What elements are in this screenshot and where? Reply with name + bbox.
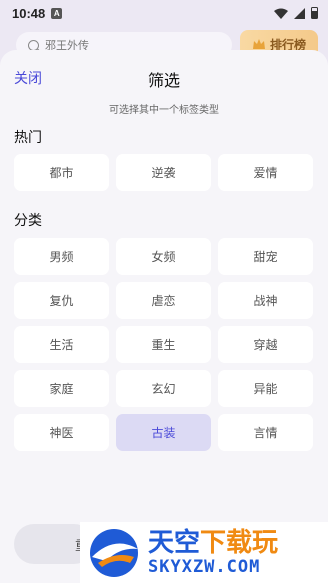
watermark-brand-blue: 天空	[148, 527, 201, 558]
battery-icon	[311, 7, 318, 19]
tag-button[interactable]: 家庭	[14, 370, 109, 407]
tag-button[interactable]: 虐恋	[116, 282, 211, 319]
tag-button[interactable]: 古装	[116, 414, 211, 451]
tag-button[interactable]: 穿越	[218, 326, 313, 363]
tag-button[interactable]: 异能	[218, 370, 313, 407]
wifi-icon	[274, 8, 288, 19]
watermark: 天空 下载玩 SKYXZW.COM	[80, 522, 328, 583]
watermark-brand-orange: 下载玩	[200, 527, 279, 558]
category-section-title: 分类	[14, 213, 42, 229]
signal-icon	[294, 7, 305, 19]
tag-button[interactable]: 神医	[14, 414, 109, 451]
watermark-logo-icon	[90, 528, 138, 577]
watermark-brand-en: SKYXZW.COM	[148, 556, 261, 577]
tag-button[interactable]: 男频	[14, 238, 109, 275]
crown-icon	[252, 39, 265, 49]
tag-button[interactable]: 复仇	[14, 282, 109, 319]
tag-button[interactable]: 爱情	[218, 154, 313, 191]
tag-button[interactable]: 都市	[14, 154, 109, 191]
tag-button[interactable]: 女频	[116, 238, 211, 275]
tag-button[interactable]: 重生	[116, 326, 211, 363]
tag-button[interactable]: 生活	[14, 326, 109, 363]
status-indicators	[274, 7, 318, 19]
search-icon	[28, 39, 39, 51]
hot-section-title: 热门	[14, 130, 42, 146]
tag-button[interactable]: 甜宠	[218, 238, 313, 275]
tag-button[interactable]: 战神	[218, 282, 313, 319]
sheet-title: 筛选	[147, 71, 180, 90]
status-bar: 10:48 A	[0, 0, 328, 26]
tag-button[interactable]: 言情	[218, 414, 313, 451]
filter-sheet: 关闭 筛选 可选择其中一个标签类型 热门 都市 逆袭 爱情 分类 男频 女频 甜宠 复仇虐…	[0, 50, 328, 583]
notification-a-icon: A	[51, 7, 63, 19]
tag-button[interactable]: 玄幻	[116, 370, 211, 407]
tag-button[interactable]: 逆袭	[116, 154, 211, 191]
status-time: 10:48	[12, 5, 46, 21]
sheet-subtitle: 可选择其中一个标签类型	[109, 105, 219, 116]
